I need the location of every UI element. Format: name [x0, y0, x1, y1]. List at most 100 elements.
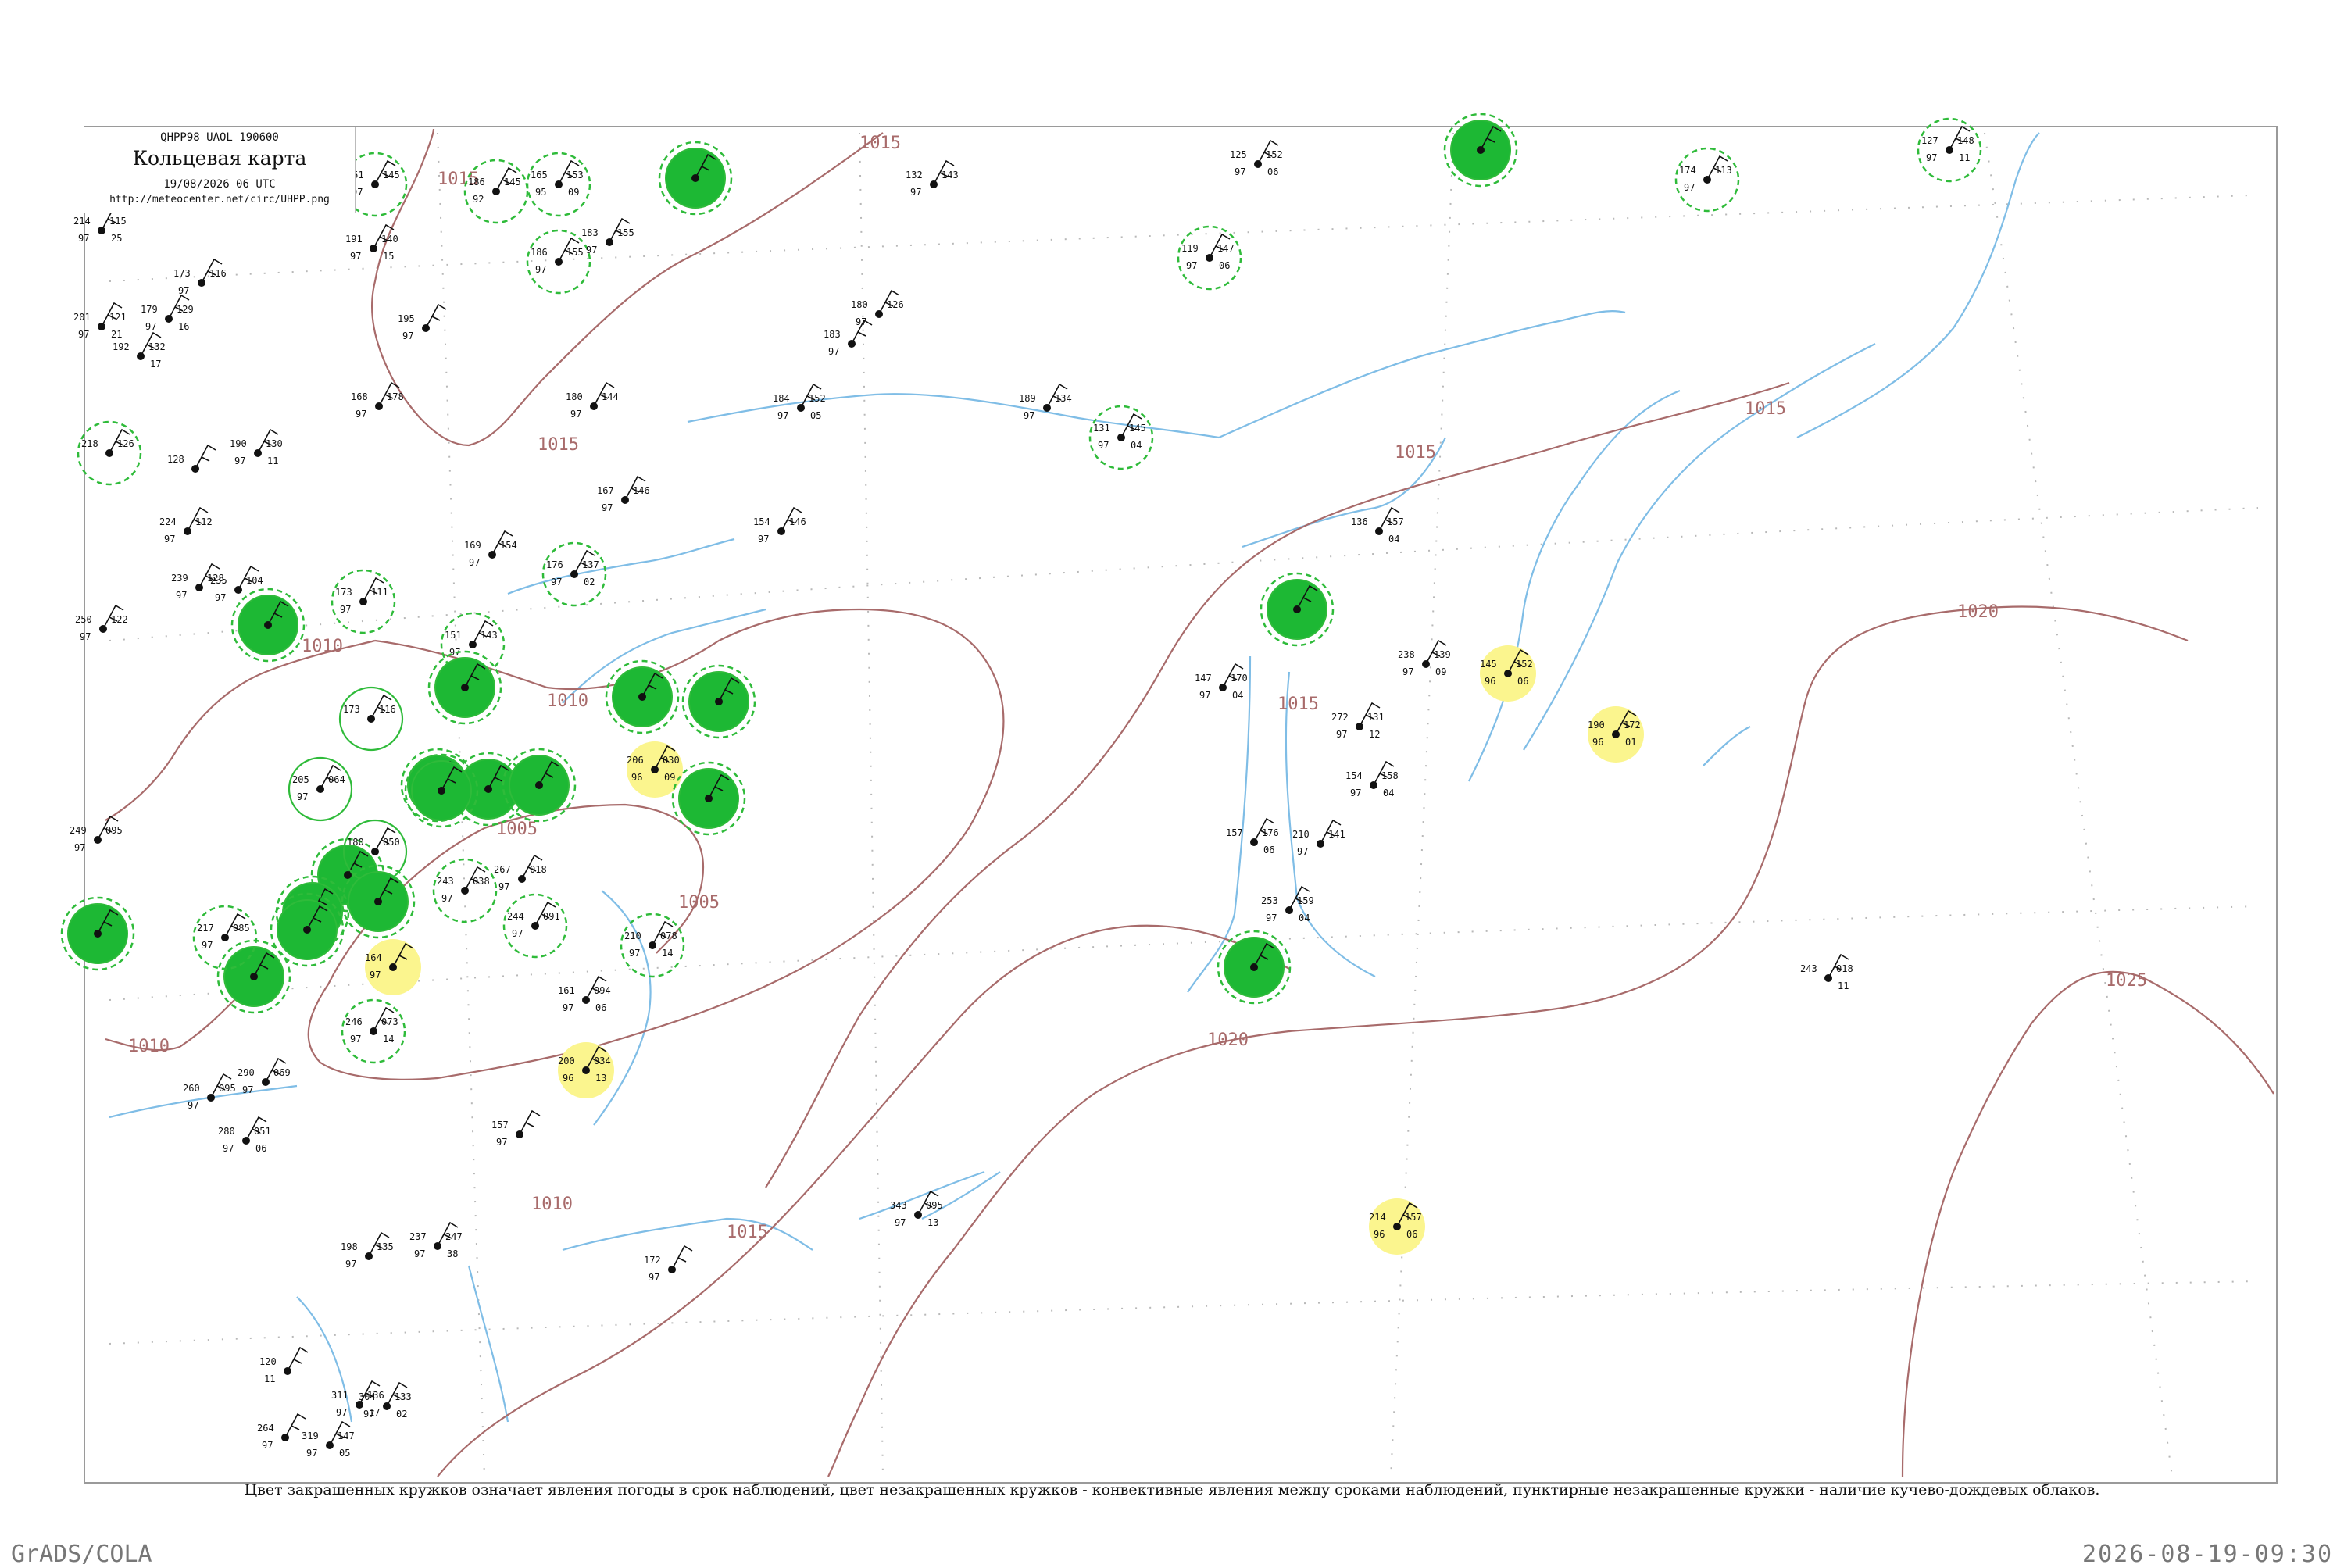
station[interactable]: 311 13697 17: [331, 1380, 384, 1418]
station[interactable]: 237 247 97 38: [409, 1221, 463, 1259]
station-dot: [94, 930, 102, 938]
station[interactable]: 205 064 97: [288, 756, 353, 822]
station[interactable]: 183 155 97: [581, 217, 634, 255]
station[interactable]: 249 095 97: [70, 815, 123, 853]
station-value-tl: 132: [906, 170, 923, 180]
station-dot: [250, 973, 258, 980]
station[interactable]: 224 112 97: [159, 506, 213, 545]
station[interactable]: [1217, 930, 1292, 1005]
station[interactable]: 280 051 97 06: [218, 1116, 271, 1154]
station[interactable]: 169 154 97: [464, 530, 517, 568]
station[interactable]: 243 038 97: [432, 858, 498, 923]
station[interactable]: 246 073 97 14: [341, 998, 406, 1064]
station-dot: [370, 245, 377, 252]
station-value-bl: 97: [178, 285, 189, 296]
station[interactable]: 165 153 95 09: [526, 152, 591, 217]
station[interactable]: 176 137 97 02: [541, 541, 607, 607]
station[interactable]: [341, 864, 416, 939]
station-dot: [105, 449, 113, 457]
station[interactable]: [230, 588, 306, 663]
station-value-tr: 134: [1055, 393, 1072, 404]
station[interactable]: 253 159 97 04: [1261, 885, 1314, 923]
station[interactable]: 272 131 97 12: [1331, 702, 1385, 740]
station[interactable]: 260 095 97: [183, 1073, 236, 1111]
wind-barb: [425, 303, 447, 329]
station-value-tr: 146: [789, 516, 806, 527]
station[interactable]: 190 130 97 11: [230, 428, 283, 466]
station[interactable]: 198 135 97: [341, 1231, 394, 1270]
station[interactable]: 161 094 97 06: [558, 975, 611, 1013]
station[interactable]: 172 97: [644, 1245, 693, 1283]
station-value-bl: 97: [164, 534, 175, 545]
station-dot: [691, 174, 699, 182]
station[interactable]: 264 97: [257, 1413, 306, 1451]
station[interactable]: 174 113 97: [1674, 147, 1740, 213]
station[interactable]: 210 078 97 14: [620, 913, 685, 978]
station[interactable]: 304 133 97 02: [359, 1381, 412, 1420]
station[interactable]: 190 172 96 01: [1588, 706, 1644, 763]
station[interactable]: [427, 650, 502, 725]
station[interactable]: 136 157 04: [1351, 506, 1404, 545]
station[interactable]: [1443, 113, 1518, 188]
station[interactable]: 244 091 97: [502, 893, 568, 959]
station[interactable]: 195 97: [398, 303, 447, 341]
station[interactable]: [270, 892, 345, 967]
station[interactable]: 154 158 97 04: [1345, 760, 1399, 798]
station[interactable]: [671, 761, 746, 836]
station[interactable]: 154 146 97: [753, 506, 806, 545]
station[interactable]: 173 111 97: [331, 569, 396, 634]
station[interactable]: 127 148 97 11: [1917, 117, 1982, 183]
station[interactable]: [605, 659, 680, 734]
station[interactable]: 157 176 06: [1226, 817, 1279, 855]
station[interactable]: 210 141 97: [1292, 819, 1345, 857]
station[interactable]: 179 129 97 16: [141, 294, 194, 332]
station[interactable]: 180 12697: [851, 289, 904, 327]
station[interactable]: 186 145 92: [463, 159, 529, 224]
station-value-tr: 132: [148, 341, 166, 352]
station[interactable]: 131 145 97 04: [1088, 405, 1154, 470]
station[interactable]: 180 144 97: [566, 381, 619, 420]
station[interactable]: [658, 141, 733, 216]
station[interactable]: 319 147 97 05: [302, 1420, 355, 1459]
station-value-tl: 264: [257, 1423, 274, 1434]
station-value-tr: 152: [1516, 659, 1533, 670]
station-value-br: 05: [339, 1448, 350, 1459]
station[interactable]: 243 018 11: [1800, 953, 1853, 991]
station[interactable]: 128: [167, 444, 216, 473]
station[interactable]: [1260, 572, 1335, 647]
station[interactable]: 200 034 96 13: [558, 1042, 614, 1098]
station[interactable]: 267 018 97: [494, 854, 547, 892]
station[interactable]: 157 97: [491, 1109, 541, 1148]
coastline: [109, 132, 2040, 1423]
station[interactable]: [60, 896, 135, 971]
station[interactable]: [681, 664, 756, 739]
station-value-tl: 179: [141, 304, 158, 315]
source-url[interactable]: http://meteocenter.net/circ/UHPP.png: [84, 194, 355, 205]
station[interactable]: [502, 748, 577, 823]
station[interactable]: 201 121 97 21: [73, 302, 127, 340]
station[interactable]: 218 126: [77, 420, 142, 486]
station[interactable]: [404, 753, 479, 828]
station-value-tl: 186: [468, 177, 485, 188]
station[interactable]: 120 11: [259, 1346, 309, 1384]
station[interactable]: 214 157 96 06: [1369, 1198, 1425, 1255]
station-value-bl: 95: [535, 187, 546, 198]
station-value-tr: 133: [395, 1391, 412, 1402]
station[interactable]: 186 155 97: [526, 229, 591, 295]
station-dot: [383, 1402, 391, 1410]
station[interactable]: 147 170 97 04: [1195, 663, 1248, 701]
station[interactable]: 173 116: [338, 686, 404, 752]
station[interactable]: 238 139 97 09: [1398, 639, 1451, 677]
station[interactable]: 132 143 97: [906, 159, 959, 198]
station-value-tl: 253: [1261, 895, 1278, 906]
station[interactable]: 173 116 97: [173, 258, 227, 296]
station[interactable]: 119 147 97 06: [1177, 225, 1242, 291]
station[interactable]: 168 178 97: [351, 381, 404, 420]
station[interactable]: 250 122 97: [75, 604, 128, 642]
station[interactable]: 164 97: [365, 939, 421, 995]
station[interactable]: 125 152 97 06: [1230, 139, 1283, 177]
station[interactable]: 145 152 96 06: [1480, 645, 1536, 702]
station[interactable]: 167 146 97: [597, 475, 650, 513]
station-value-br: 13: [927, 1217, 938, 1228]
wind-barb: [519, 1109, 541, 1135]
